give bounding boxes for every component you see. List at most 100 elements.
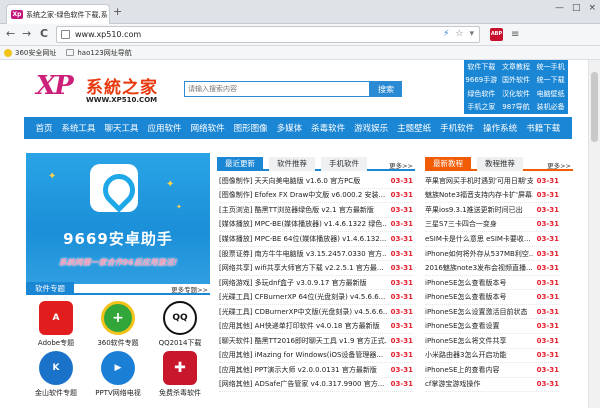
list-item-title[interactable]: [主页浏览] 酷黑TT浏览器绿色版 v2.1 官方最新版 <box>219 205 387 215</box>
nav-item[interactable]: 网络软件 <box>186 122 229 134</box>
tab-latest-tutorials[interactable]: 最新教程 <box>425 157 471 171</box>
list-item[interactable]: [网络游戏] 多玩dnf盒子 v3.0.9.17 官方最新版 03-31 <box>219 276 413 291</box>
tutorial-more-link[interactable]: 更多>> <box>547 160 571 170</box>
list-item[interactable]: eSIM卡是什么意思 eSIM卡要收... 03-31 <box>425 232 559 247</box>
topic-360[interactable]: + 360软件专题 <box>88 301 148 348</box>
topic-pptv[interactable]: ▶ PPTV网络电视 <box>88 351 148 398</box>
list-item-title[interactable]: 三星S7三卡四合一变身 <box>425 219 533 229</box>
nav-item[interactable]: 聊天工具 <box>100 122 143 134</box>
quick-link[interactable]: 电脑壁纸 <box>537 89 565 99</box>
topic-adobe[interactable]: A Adobe专题 <box>26 301 86 348</box>
list-item[interactable]: iPhoneSE怎么查看设置 03-31 <box>425 319 559 335</box>
list-item-title[interactable]: cf掌游宝游戏操作 <box>425 379 533 389</box>
list-item[interactable]: [网络共享] wifi共享大师官方下载 v2.2.5.1 官方最... 03-31 <box>219 261 413 276</box>
back-button[interactable]: ← <box>6 27 15 41</box>
scrollbar-thumb[interactable] <box>591 72 598 142</box>
quick-link[interactable]: 绿色软件 <box>467 89 495 99</box>
list-item-title[interactable]: 苹果官网买手机时遇到'可用日期'支付'是什么... <box>425 176 533 186</box>
list-item[interactable]: [光碟工具] CDBurnerXP中文版(光盘刻录) v4.5.6.6... 03… <box>219 305 413 320</box>
list-item-title[interactable]: [光碟工具] CFBurnerXP 64位(光盘刻录) v4.5.6.6... <box>219 292 387 302</box>
list-item[interactable]: cf掌游宝游戏操作 03-31 <box>425 378 559 393</box>
quick-link[interactable]: 国外软件 <box>502 75 530 85</box>
list-item[interactable]: [网络其他] ADSafe广告管家 v4.0.317.9900 官方... 03-… <box>219 378 413 393</box>
list-item[interactable]: iPhoneSE怎么查看版本号 03-31 <box>425 276 559 291</box>
quick-link[interactable]: 手机之家 <box>467 102 495 112</box>
list-item[interactable]: [应用其他] iMazing for Windows(iOS设备管理器... 03… <box>219 349 413 364</box>
tab-latest[interactable]: 最近更新 <box>217 157 263 171</box>
nav-item[interactable]: 游戏娱乐 <box>350 122 393 134</box>
nav-item[interactable]: 手机软件 <box>436 122 479 134</box>
list-item-title[interactable]: iPhoneSE怎么设置激活目前状态 <box>425 307 533 317</box>
list-item-title[interactable]: [应用其他] PPT演示大师 v2.0.0.0131 官方最新版 <box>219 365 387 375</box>
minimize-button[interactable]: — <box>555 3 564 13</box>
list-item-title[interactable]: 苹果ios9.3.1推送更新时间已出 <box>425 205 533 215</box>
list-item[interactable]: iPhone如何将外存从537MB利空... 03-31 <box>425 247 559 262</box>
list-item[interactable]: 小米路由器3怎么开启功能 03-31 <box>425 349 559 364</box>
list-item-title[interactable]: 2016魅族note3发布会视频直播... <box>425 263 533 273</box>
list-item-title[interactable]: [图像制作] 天天向美电脑版 v1.6.0 官方PC版 <box>219 176 387 186</box>
bookmark-star-icon[interactable]: ☆ <box>455 27 463 42</box>
nav-item-home[interactable]: 首页 <box>31 122 57 134</box>
list-item-title[interactable]: iPhoneSE怎么查看版本号 <box>425 292 533 302</box>
nav-item[interactable]: 杀毒软件 <box>307 122 350 134</box>
dropdown-icon[interactable]: ▾ <box>469 27 474 42</box>
maximize-button[interactable]: □ <box>572 3 581 13</box>
list-item[interactable]: [主页浏览] 酷黑TT浏览器绿色版 v2.1 官方最新版 03-31 <box>219 203 413 218</box>
list-item-title[interactable]: eSIM卡是什么意思 eSIM卡要收... <box>425 234 533 244</box>
list-item-title[interactable]: [媒体播放] MPC-BE 64位(媒体播放器) v1.4.6.132... <box>219 234 387 244</box>
close-window-button[interactable]: × <box>588 3 596 13</box>
list-item[interactable]: [聊天软件] 酷黑TT2016即时聊天工具 v1.9 官方正式... 03-31 <box>219 334 413 349</box>
list-item[interactable]: [图像制作] 天天向美电脑版 v1.6.0 官方PC版 03-31 <box>219 174 413 189</box>
list-item-title[interactable]: [图像制作] Efofex FX Draw中文版 v6.000.2 安装... <box>219 190 387 200</box>
list-item-title[interactable]: iPhoneSE怎么查看设置 <box>425 321 533 331</box>
tab-recommended-tutorials[interactable]: 教程推荐 <box>477 157 523 171</box>
topic-antivirus[interactable]: ✚ 免费杀毒软件 <box>150 351 210 398</box>
list-item-title[interactable]: iPhone如何将外存从537MB利空... <box>425 249 533 259</box>
nav-item[interactable]: 多媒体 <box>272 122 307 134</box>
list-item[interactable]: 2016魅族note3发布会视频直播... 03-31 <box>425 261 559 276</box>
quick-link[interactable]: 9669手游 <box>465 75 497 85</box>
search-input[interactable] <box>184 81 370 97</box>
list-item[interactable]: iPhoneSE怎么查看版本号 03-31 <box>425 290 559 305</box>
list-item-title[interactable]: 魅族Note3福音支持内存卡扩'屏幕... <box>425 190 533 200</box>
list-item[interactable]: [图像制作] Efofex FX Draw中文版 v6.000.2 安装... 0… <box>219 189 413 204</box>
latest-more-link[interactable]: 更多>> <box>389 160 413 170</box>
more-topics-link[interactable]: 更多专题>> <box>171 284 208 294</box>
list-item-title[interactable]: [聊天软件] 酷黑TT2016即时聊天工具 v1.9 官方正式... <box>219 336 387 346</box>
list-item-title[interactable]: iPhoneSE怎么查看版本号 <box>425 278 533 288</box>
nav-item[interactable]: 系统工具 <box>57 122 100 134</box>
list-item[interactable]: 魅族Note3福音支持内存卡扩'屏幕... 03-31 <box>425 189 559 204</box>
tab-mobile-software[interactable]: 手机软件 <box>321 157 367 171</box>
nav-item[interactable]: 图形图像 <box>229 122 272 134</box>
site-logo[interactable]: XP 系統之家 WWW.XP510.COM <box>36 69 166 109</box>
list-item[interactable]: iPhoneSE怎么设置激活目前状态 03-31 <box>425 305 559 320</box>
list-item[interactable]: 苹果ios9.3.1推送更新时间已出 03-31 <box>425 203 559 218</box>
list-item[interactable]: [股票证券] 南方牛牛电脑版 v3.15.2457.0330 官方... 03-3… <box>219 247 413 262</box>
bookmark-item[interactable]: hao123网址导航 <box>66 48 132 58</box>
menu-icon[interactable]: ≡ <box>511 29 519 40</box>
list-item[interactable]: [光碟工具] CFBurnerXP 64位(光盘刻录) v4.5.6.6... 0… <box>219 290 413 305</box>
nav-item[interactable]: 书籍下载 <box>522 122 565 134</box>
tab-recommended[interactable]: 软件推荐 <box>269 157 315 171</box>
topic-qq[interactable]: QQ QQ2014下载 <box>150 301 210 348</box>
list-item[interactable]: [应用其他] AH快递单打印软件 v4.0.18 官方最新版 03-31 <box>219 319 413 335</box>
list-item-title[interactable]: iPhoneSE上的查看内容 <box>425 365 533 375</box>
lightning-icon[interactable]: ⚡ <box>443 27 449 42</box>
quick-link[interactable]: 统一下载 <box>537 75 565 85</box>
list-item[interactable]: iPhoneSE怎么将文件共享 03-31 <box>425 334 559 349</box>
quick-link[interactable]: 统一手机 <box>537 62 565 72</box>
list-item-title[interactable]: [光碟工具] CDBurnerXP中文版(光盘刻录) v4.5.6.6... <box>219 307 387 317</box>
promo-banner[interactable]: ✦ ✦ ✦ 9669安卓助手 系统网第一家合作96后应用激活! <box>26 153 210 284</box>
quick-link[interactable]: 987导航 <box>502 102 529 112</box>
tab-software-topics[interactable]: 软件专题 <box>26 282 74 295</box>
quick-link[interactable]: 软件下载 <box>467 62 495 72</box>
list-item[interactable]: 三星S7三卡四合一变身 03-31 <box>425 218 559 233</box>
list-item[interactable]: [媒体播放] MPC-BE(媒体播放器) v1.4.6.1322 绿色... 03… <box>219 218 413 233</box>
list-item[interactable]: 苹果官网买手机时遇到'可用日期'支付'是什么...03-31 <box>425 174 559 189</box>
page-scrollbar[interactable] <box>588 60 600 408</box>
nav-item[interactable]: 应用软件 <box>143 122 186 134</box>
reload-button[interactable]: C <box>40 27 48 41</box>
bookmark-item[interactable]: 360安全网址 <box>4 48 56 58</box>
address-bar[interactable]: www.xp510.com ⚡ ☆ ▾ <box>56 26 480 43</box>
search-button[interactable]: 搜索 <box>370 81 402 97</box>
